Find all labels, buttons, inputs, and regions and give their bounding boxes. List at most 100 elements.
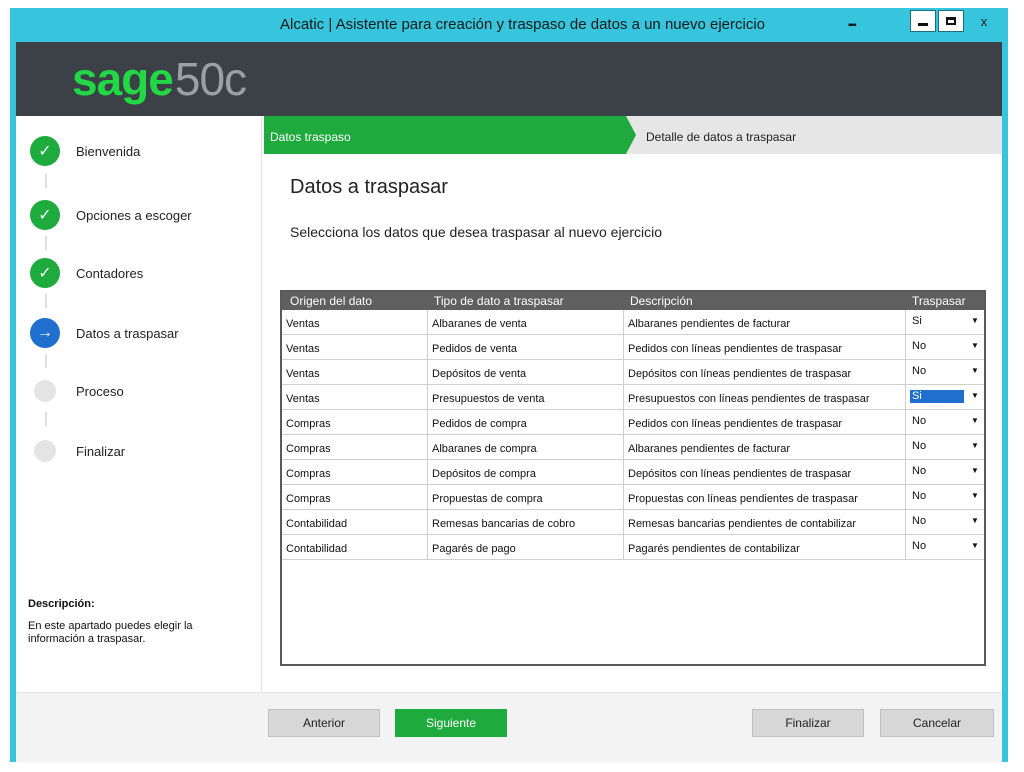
table-row[interactable]: Compras Pedidos de compra Pedidos con lí… xyxy=(282,410,984,435)
minimize-button[interactable] xyxy=(910,10,936,32)
step-label: Finalizar xyxy=(76,443,126,459)
step-label: Contadores xyxy=(76,265,144,281)
minimize-icon xyxy=(918,22,928,26)
arrow-right-icon: → xyxy=(30,318,60,348)
cell-descripcion: Albaranes pendientes de facturar xyxy=(624,435,906,460)
wizard-window: Alcatic | Asistente para creación y tras… xyxy=(10,8,1008,762)
page-subtitle: Selecciona los datos que desea traspasar… xyxy=(290,224,663,240)
traspasar-value: No xyxy=(912,540,927,552)
traspasar-select[interactable]: No ▼ xyxy=(906,435,984,460)
table-row[interactable]: Compras Depósitos de compra Depósitos co… xyxy=(282,460,984,485)
description-text: En este apartado puedes elegir la inform… xyxy=(28,620,193,645)
more-icon[interactable]: ▪▪▪ xyxy=(848,20,857,31)
cell-origen: Contabilidad xyxy=(282,535,428,560)
close-button[interactable]: x xyxy=(968,10,1000,32)
cell-tipo: Albaranes de venta xyxy=(428,310,624,335)
cell-origen: Compras xyxy=(282,485,428,510)
previous-button[interactable]: Anterior xyxy=(268,709,380,737)
step-contadores: ✓ Contadores xyxy=(30,258,143,288)
traspasar-select[interactable]: Si ▼ xyxy=(906,310,984,335)
chevron-down-icon[interactable]: ▼ xyxy=(970,414,980,428)
table-row[interactable]: Compras Albaranes de compra Albaranes pe… xyxy=(282,435,984,460)
cell-origen: Compras xyxy=(282,410,428,435)
traspasar-select[interactable]: No ▼ xyxy=(906,535,984,560)
chevron-down-icon[interactable]: ▼ xyxy=(970,514,980,528)
table-row[interactable]: Compras Propuestas de compra Propuestas … xyxy=(282,485,984,510)
breadcrumb: Datos traspaso Detalle de datos a traspa… xyxy=(264,116,1002,154)
cell-tipo: Pedidos de venta xyxy=(428,335,624,360)
cell-tipo: Albaranes de compra xyxy=(428,435,624,460)
traspasar-select[interactable]: No ▼ xyxy=(906,335,984,360)
data-grid: Origen del dato Tipo de dato a traspasar… xyxy=(280,290,986,666)
chevron-down-icon[interactable]: ▼ xyxy=(970,339,980,353)
check-icon: ✓ xyxy=(30,200,60,230)
cell-descripcion: Depósitos con líneas pendientes de trasp… xyxy=(624,360,906,385)
step-connector xyxy=(45,294,47,308)
step-label: Datos a traspasar xyxy=(76,325,179,341)
cancel-button[interactable]: Cancelar xyxy=(880,709,994,737)
chevron-down-icon[interactable]: ▼ xyxy=(970,389,980,403)
cell-origen: Compras xyxy=(282,435,428,460)
check-icon: ✓ xyxy=(30,258,60,288)
chevron-down-icon[interactable]: ▼ xyxy=(970,464,980,478)
description-title: Descripción: xyxy=(28,598,95,610)
column-header-tipo[interactable]: Tipo de dato a traspasar xyxy=(434,294,564,308)
step-proceso: Proceso xyxy=(30,376,124,406)
pending-step-icon xyxy=(34,440,56,462)
close-icon: x xyxy=(980,13,988,29)
cell-descripcion: Propuestas con líneas pendientes de tras… xyxy=(624,485,906,510)
traspasar-value: No xyxy=(912,365,927,377)
sage-logo: sage50c xyxy=(72,53,247,105)
window-title: Alcatic | Asistente para creación y tras… xyxy=(280,16,766,33)
traspasar-value: No xyxy=(912,340,927,352)
column-header-descripcion[interactable]: Descripción xyxy=(630,294,693,308)
chevron-down-icon[interactable]: ▼ xyxy=(970,314,980,328)
page-title: Datos a traspasar xyxy=(290,176,448,198)
traspasar-value-selected: Si xyxy=(910,390,964,403)
step-connector xyxy=(45,236,47,250)
footer-bar: Anterior Siguiente Finalizar Cancelar xyxy=(16,692,1002,762)
cell-descripcion: Albaranes pendientes de facturar xyxy=(624,310,906,335)
table-row[interactable]: Contabilidad Pagarés de pago Pagarés pen… xyxy=(282,535,984,560)
finish-button[interactable]: Finalizar xyxy=(752,709,864,737)
next-button[interactable]: Siguiente xyxy=(395,709,507,737)
traspasar-select[interactable]: No ▼ xyxy=(906,485,984,510)
cell-descripcion: Pedidos con líneas pendientes de traspas… xyxy=(624,410,906,435)
column-header-traspasar[interactable]: Traspasar xyxy=(912,294,966,308)
traspasar-value: No xyxy=(912,440,927,452)
cell-tipo: Depósitos de venta xyxy=(428,360,624,385)
chevron-down-icon[interactable]: ▼ xyxy=(970,539,980,553)
step-connector xyxy=(45,412,47,426)
step-datos-a-traspasar: → Datos a traspasar xyxy=(30,318,179,348)
traspasar-select[interactable]: No ▼ xyxy=(906,360,984,385)
cell-origen: Ventas xyxy=(282,385,428,410)
cell-tipo: Pagarés de pago xyxy=(428,535,624,560)
chevron-down-icon[interactable]: ▼ xyxy=(970,364,980,378)
step-finalizar: Finalizar xyxy=(30,436,125,466)
column-header-origen[interactable]: Origen del dato xyxy=(290,294,372,308)
traspasar-select[interactable]: No ▼ xyxy=(906,460,984,485)
maximize-button[interactable] xyxy=(938,10,964,32)
cell-descripcion: Presupuestos con líneas pendientes de tr… xyxy=(624,385,906,410)
chevron-down-icon[interactable]: ▼ xyxy=(970,439,980,453)
title-bar: Alcatic | Asistente para creación y tras… xyxy=(16,8,1002,42)
step-connector xyxy=(45,354,47,368)
traspasar-select[interactable]: No ▼ xyxy=(906,410,984,435)
cell-origen: Ventas xyxy=(282,310,428,335)
step-label: Bienvenida xyxy=(76,143,141,159)
table-row[interactable]: Ventas Depósitos de venta Depósitos con … xyxy=(282,360,984,385)
chevron-down-icon[interactable]: ▼ xyxy=(970,489,980,503)
cell-tipo: Presupuestos de venta xyxy=(428,385,624,410)
traspasar-select[interactable]: Si ▼ xyxy=(906,385,984,410)
table-row[interactable]: Contabilidad Remesas bancarias de cobro … xyxy=(282,510,984,535)
cell-origen: Contabilidad xyxy=(282,510,428,535)
breadcrumb-arrow xyxy=(626,116,636,154)
check-icon: ✓ xyxy=(30,136,60,166)
table-row[interactable]: Ventas Presupuestos de venta Presupuesto… xyxy=(282,385,984,410)
breadcrumb-next: Detalle de datos a traspasar xyxy=(646,130,797,144)
traspasar-select[interactable]: No ▼ xyxy=(906,510,984,535)
cell-tipo: Propuestas de compra xyxy=(428,485,624,510)
table-row[interactable]: Ventas Pedidos de venta Pedidos con líne… xyxy=(282,335,984,360)
steps-sidebar: ✓ Bienvenida ✓ Opciones a escoger ✓ Cont… xyxy=(16,116,262,692)
table-row[interactable]: Ventas Albaranes de venta Albaranes pend… xyxy=(282,310,984,335)
